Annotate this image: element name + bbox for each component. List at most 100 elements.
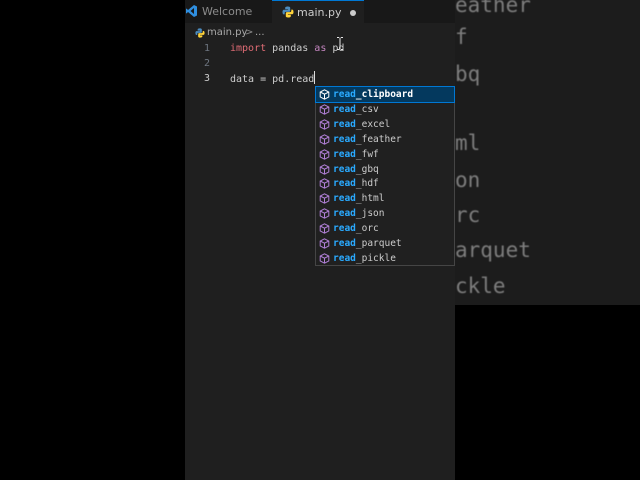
suggestion-rest: _hdf: [355, 178, 379, 190]
suggestion-label: read_html: [333, 191, 385, 206]
ghost-text: bq: [455, 62, 481, 86]
tab-bar: Welcome main.py: [185, 0, 455, 23]
suggestion-rest: _orc: [355, 223, 379, 235]
text-caret: [314, 71, 316, 84]
suggestion-label: read_feather: [333, 132, 402, 147]
python-file-icon: [282, 6, 294, 18]
tab-main-py[interactable]: main.py: [272, 0, 364, 23]
suggestion-item[interactable]: read_parquet: [316, 236, 454, 251]
suggestion-match: read: [333, 252, 356, 264]
suggestion-label: read_gbq: [333, 162, 379, 177]
code-line[interactable]: 1 import pandas as pd: [185, 41, 455, 56]
suggestion-rest: _clipboard: [355, 89, 414, 100]
suggestion-item[interactable]: read_csv: [316, 102, 454, 117]
code-line[interactable]: 3 data = pd.read: [185, 71, 455, 86]
breadcrumb-separator: >: [245, 27, 254, 38]
suggestion-item[interactable]: read_clipboard: [315, 86, 455, 103]
suggestion-match: read: [333, 133, 356, 145]
cube-method-icon: [319, 148, 330, 160]
suggestion-rest: _html: [355, 193, 385, 205]
suggestion-rest: _json: [355, 208, 385, 220]
ghost-text: ckle: [455, 274, 506, 298]
ghost-text: f: [455, 25, 468, 49]
suggestion-rest: _gbq: [355, 163, 379, 175]
cube-method-icon: [319, 193, 330, 205]
suggestion-rest: _parquet: [355, 238, 402, 249]
suggestion-match: read: [333, 208, 356, 220]
suggestion-rest: _csv: [355, 103, 379, 115]
code-line[interactable]: 2: [185, 56, 455, 71]
cube-method-icon: [319, 89, 330, 100]
suggestion-item[interactable]: read_fwf: [316, 147, 454, 162]
ghost-text: on: [455, 168, 481, 192]
suggestion-item[interactable]: read_orc: [316, 221, 454, 236]
cube-method-icon: [319, 238, 330, 249]
suggest-widget: read_clipboard read_csv read_excel read_fea…: [315, 86, 455, 266]
cube-method-icon: [319, 223, 330, 234]
suggestion-rest: _pickle: [355, 252, 396, 264]
suggestion-match: read: [333, 103, 356, 115]
suggestion-label: read_json: [333, 206, 385, 221]
suggestion-label: read_hdf: [333, 176, 379, 191]
ghost-text: eather: [455, 0, 531, 17]
suggestion-match: read: [333, 118, 356, 130]
suggestion-label: read_clipboard: [333, 87, 413, 102]
suggestion-item[interactable]: read_hdf: [316, 176, 454, 191]
suggestion-item[interactable]: read_gbq: [316, 162, 454, 177]
line-number: 3: [203, 73, 210, 84]
suggestion-rest: _excel: [355, 118, 391, 130]
tab-label: main.py: [297, 6, 342, 19]
cube-method-icon: [319, 119, 330, 130]
unsaved-dot-icon[interactable]: [350, 10, 356, 16]
python-file-icon: [195, 28, 205, 38]
suggestion-item[interactable]: read_json: [316, 206, 454, 221]
suggestion-label: read_fwf: [333, 147, 379, 162]
suggestion-match: read: [333, 148, 356, 160]
suggestion-rest: _feather: [355, 133, 402, 145]
code-text: import pandas as pd: [230, 41, 344, 56]
suggestion-item[interactable]: read_pickle: [316, 251, 454, 266]
cube-method-icon: [319, 253, 330, 264]
ghost-text: ml: [455, 131, 481, 155]
code-token: data: [230, 74, 261, 85]
ghost-text: arquet: [455, 238, 531, 262]
suggestion-label: read_csv: [333, 102, 379, 117]
suggestion-item[interactable]: read_html: [316, 191, 454, 206]
breadcrumb-symbols[interactable]: ...: [255, 25, 265, 41]
suggestion-label: read_excel: [333, 117, 390, 132]
cube-method-icon: [319, 133, 330, 145]
ghost-text: rc: [455, 203, 481, 227]
suggestion-match: read: [333, 89, 356, 100]
cube-method-icon: [319, 208, 330, 219]
video-backdrop-left: [0, 0, 185, 480]
line-number: 1: [203, 43, 210, 54]
code-editor-window: Welcome main.py main.py > ... 1 import pa…: [185, 0, 455, 480]
cube-method-icon: [319, 178, 330, 190]
suggestion-item[interactable]: read_excel: [316, 117, 454, 132]
tab-label: Welcome: [202, 5, 253, 18]
code-token: pandas: [266, 43, 315, 54]
text-cursor-icon: [337, 37, 343, 50]
suggestion-match: read: [333, 193, 356, 205]
vscode-logo-icon: [186, 5, 197, 17]
tab-welcome[interactable]: Welcome: [185, 0, 271, 23]
cube-method-icon: [319, 163, 330, 175]
code-token: import: [230, 43, 267, 54]
suggestion-match: read: [333, 223, 356, 235]
cube-method-icon: [319, 104, 330, 115]
line-number: 2: [203, 58, 210, 69]
code-text: data = pd.read: [230, 71, 316, 87]
suggestion-rest: _fwf: [355, 148, 379, 160]
breadcrumb-file[interactable]: main.py: [207, 25, 247, 41]
suggestion-label: read_parquet: [333, 236, 402, 251]
code-token: as: [314, 43, 327, 54]
suggestion-match: read: [333, 163, 356, 175]
suggestion-label: read_pickle: [333, 251, 396, 266]
suggestion-match: read: [333, 238, 356, 249]
video-backdrop-right: eather f bq ml on rc arquet ckle: [455, 0, 640, 480]
code-token: pd.read: [266, 74, 315, 85]
suggestion-item[interactable]: read_feather: [316, 132, 454, 147]
suggestion-label: read_orc: [333, 221, 379, 236]
breadcrumb: main.py > ...: [185, 25, 455, 41]
suggestion-match: read: [333, 178, 356, 190]
